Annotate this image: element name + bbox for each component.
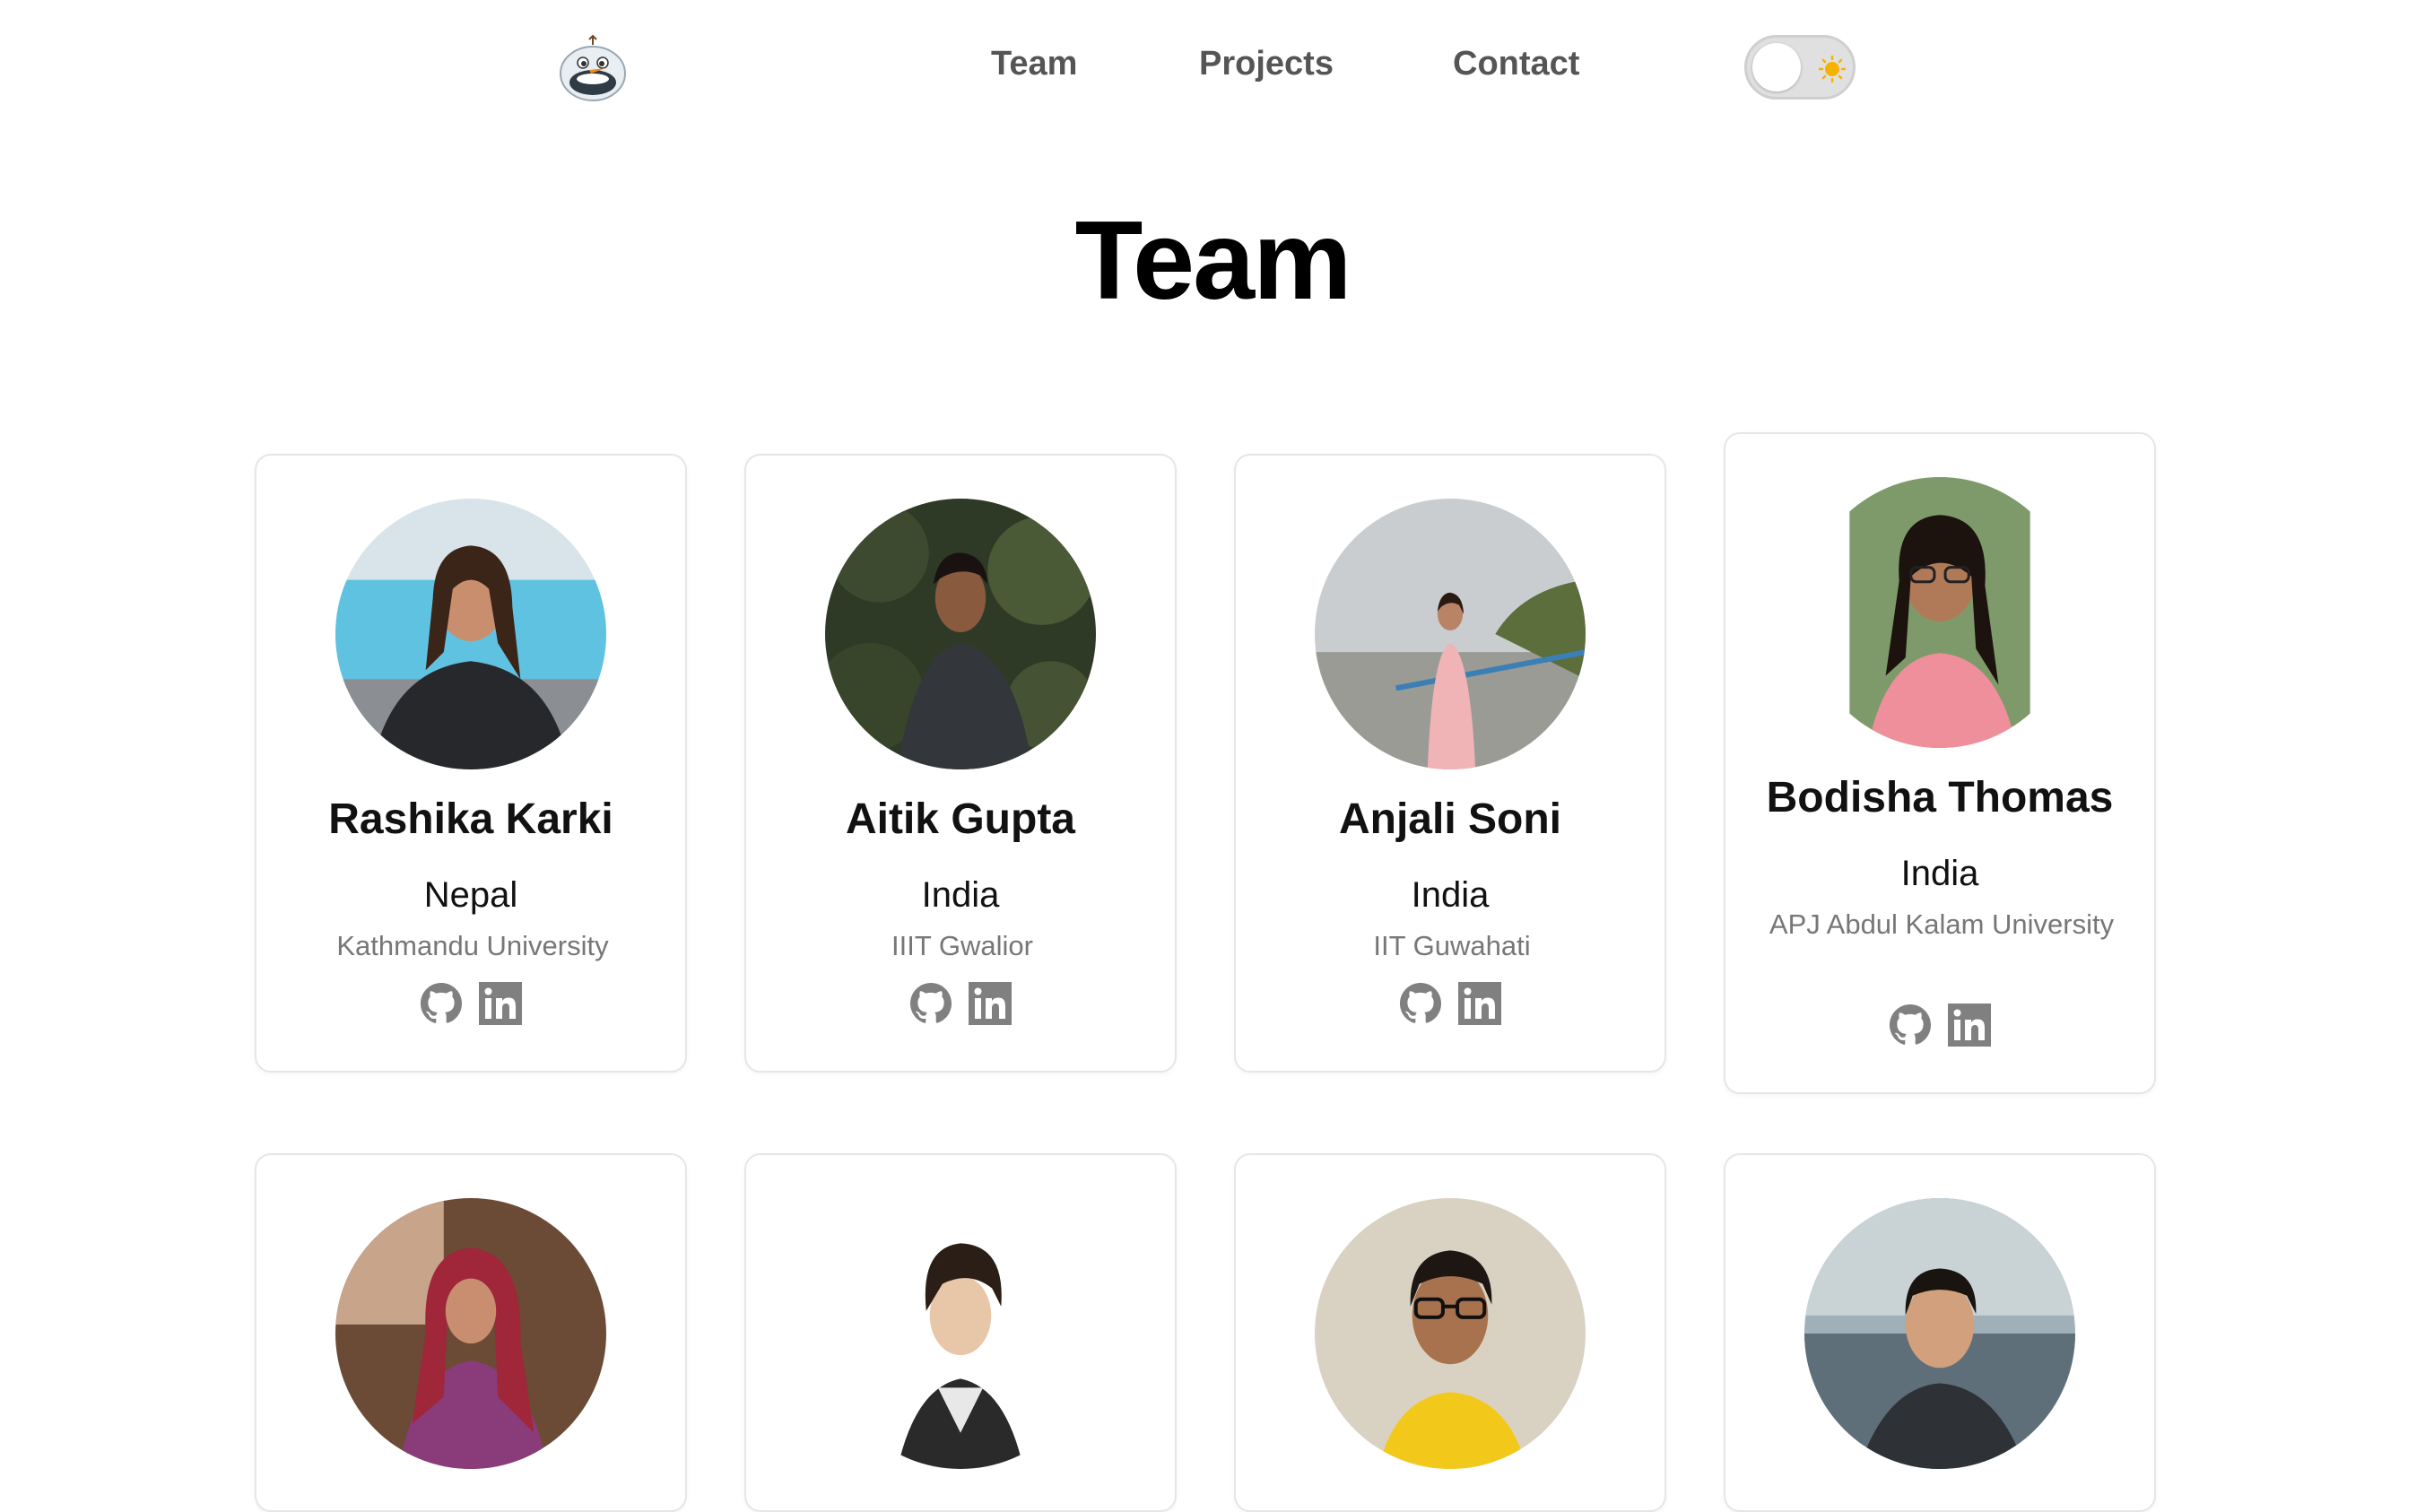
member-name: Anjali Soni [1338, 795, 1561, 843]
team-card: Bodisha Thomas India APJ Abdul Kalam Uni… [1724, 432, 2156, 1094]
member-university: Kathmandu University [336, 930, 609, 961]
member-name: Aitik Gupta [845, 795, 1075, 843]
team-card [1724, 1153, 2156, 1512]
avatar [825, 499, 1096, 769]
member-university: IIT Guwahati [1373, 930, 1531, 961]
github-icon[interactable] [1398, 981, 1443, 1026]
team-card [744, 1153, 1177, 1512]
linkedin-icon[interactable] [1947, 1003, 1992, 1047]
team-card: Aitik Gupta India IIIT Gwalior [744, 454, 1177, 1073]
social-links [256, 981, 685, 1028]
member-name: Bodisha Thomas [1766, 774, 2114, 821]
snowman-logo-icon[interactable] [553, 29, 632, 108]
team-card: Rashika Karki Nepal Kathmandu University [255, 454, 687, 1073]
member-university: IIIT Gwalior [891, 930, 1033, 961]
member-country: India [1900, 854, 1979, 893]
linkedin-icon[interactable] [478, 981, 523, 1026]
social-links [746, 981, 1175, 1028]
sun-icon [1819, 56, 1846, 83]
social-links [1236, 981, 1664, 1028]
team-card [1234, 1153, 1666, 1512]
team-card: Anjali Soni India IIT Guwahati [1234, 454, 1666, 1073]
nav-link-team[interactable]: Team [991, 45, 1077, 83]
social-links [1725, 1003, 2154, 1049]
toggle-knob [1752, 43, 1801, 91]
avatar [335, 1198, 606, 1469]
team-card [255, 1153, 687, 1512]
page-title: Team [1074, 199, 1352, 323]
linkedin-icon[interactable] [968, 981, 1013, 1026]
member-name: Rashika Karki [328, 795, 613, 843]
member-country: Nepal [423, 875, 518, 915]
member-country: India [921, 875, 1000, 915]
member-country: India [1411, 875, 1490, 915]
avatar [1804, 477, 2075, 748]
nav-link-projects[interactable]: Projects [1199, 45, 1334, 83]
theme-toggle[interactable] [1744, 35, 1856, 100]
avatar [1315, 499, 1586, 769]
avatar [335, 499, 606, 769]
avatar [825, 1198, 1096, 1469]
nav-link-contact[interactable]: Contact [1453, 45, 1579, 83]
member-university: APJ Abdul Kalam University [1769, 908, 2115, 940]
github-icon[interactable] [908, 981, 953, 1026]
avatar [1315, 1198, 1586, 1469]
top-navbar: Team Projects Contact [0, 0, 2425, 135]
avatar [1804, 1198, 2075, 1469]
linkedin-icon[interactable] [1457, 981, 1502, 1026]
github-icon[interactable] [419, 981, 464, 1026]
github-icon[interactable] [1888, 1003, 1933, 1047]
